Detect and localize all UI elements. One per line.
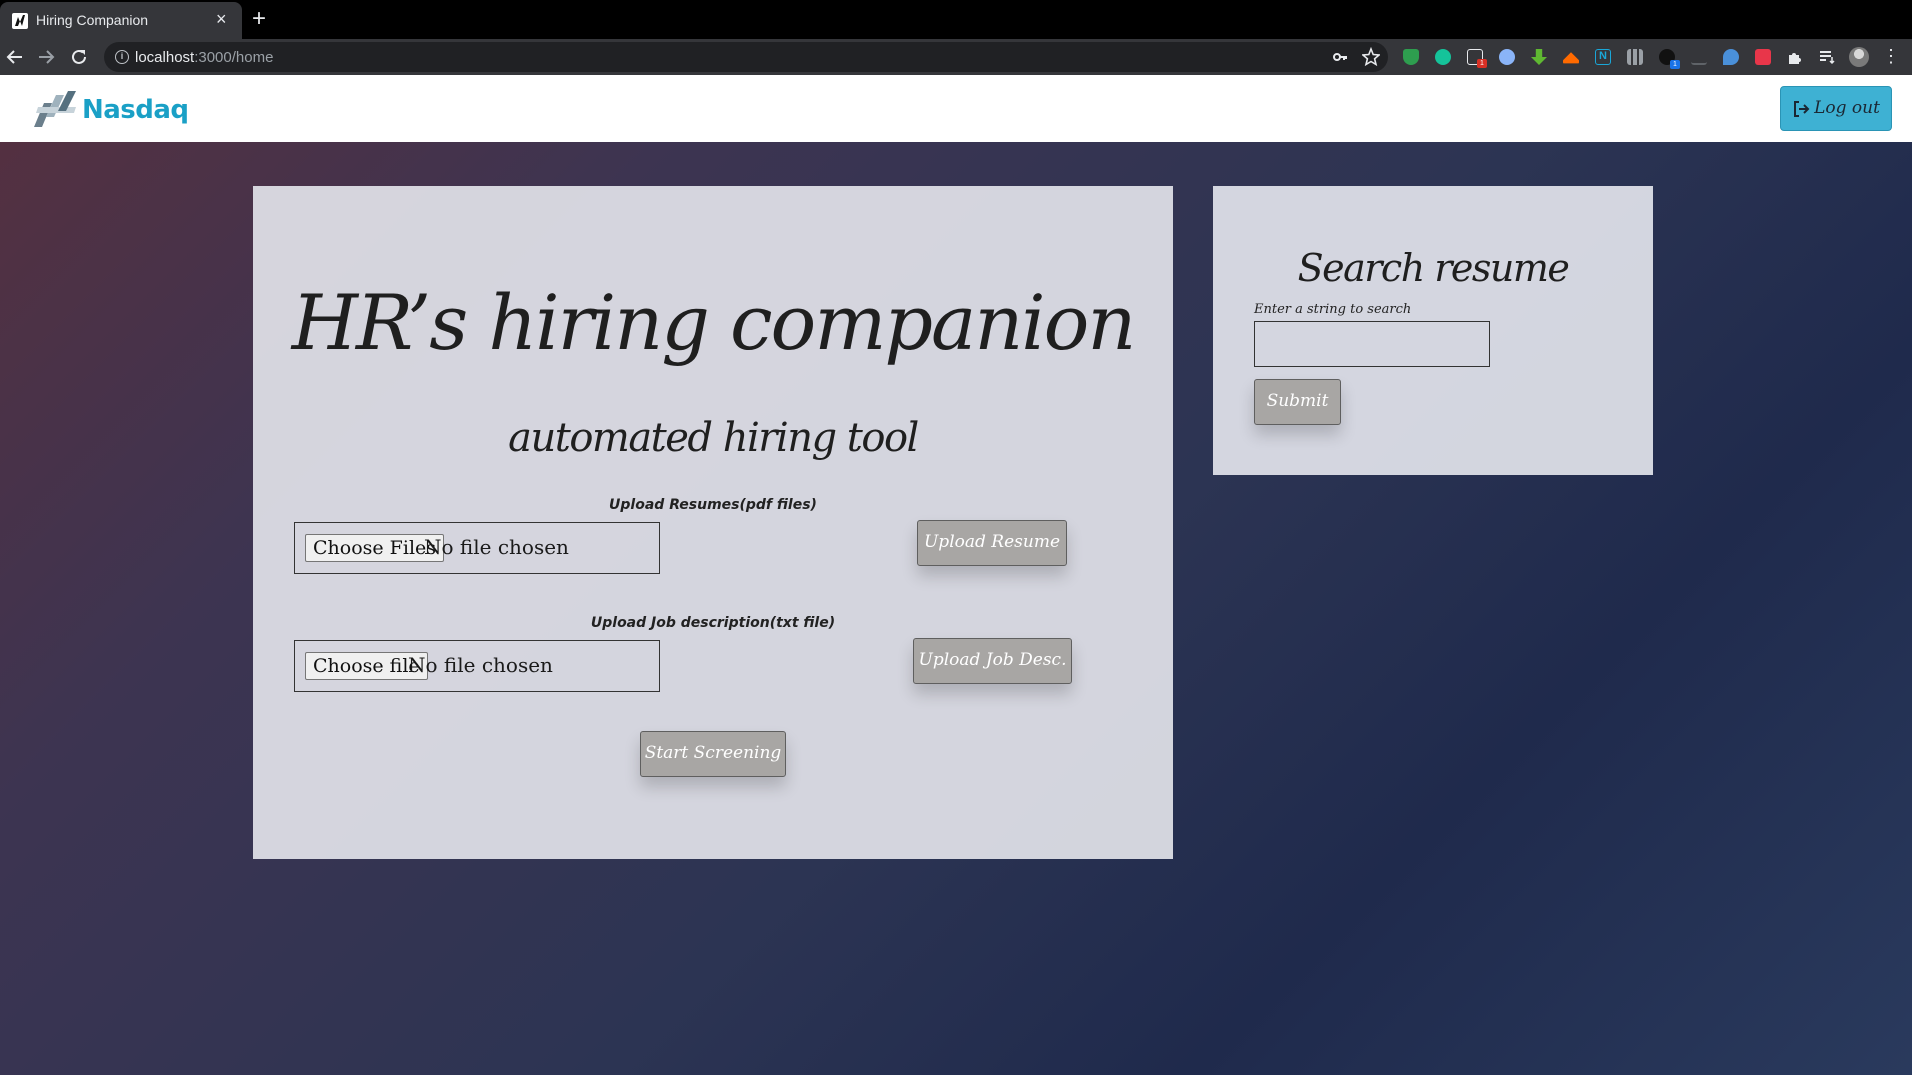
page-title: HR’s hiring companion xyxy=(291,278,1137,367)
nasdaq-favicon-icon xyxy=(12,13,28,29)
shield-extension-icon[interactable] xyxy=(1403,49,1419,65)
resume-file-status: No file chosen xyxy=(424,535,569,559)
logo-text: Nasdaq xyxy=(82,95,189,125)
forward-icon[interactable] xyxy=(33,44,59,70)
url-text: localhost:3000/home xyxy=(135,49,274,66)
orange-extension-icon[interactable] xyxy=(1563,52,1579,64)
upload-card: HR’s hiring companion automated hiring t… xyxy=(253,186,1173,859)
browser-tab-strip: Hiring Companion × + xyxy=(0,0,1912,39)
logout-label: Log out xyxy=(1814,98,1880,118)
page-background: Nasdaq Log out HR’s hiring companion aut… xyxy=(0,75,1912,1075)
address-bar[interactable]: i localhost:3000/home xyxy=(104,42,1388,72)
chart-extension-icon[interactable] xyxy=(1627,49,1643,65)
search-label: Enter a string to search xyxy=(1254,302,1412,317)
tab-title: Hiring Companion xyxy=(36,12,149,28)
red-extension-icon[interactable] xyxy=(1755,49,1771,65)
browser-tab[interactable]: Hiring Companion × xyxy=(0,2,242,39)
search-title: Search resume xyxy=(1297,246,1570,290)
dark-extension-icon[interactable]: 1 xyxy=(1659,49,1680,69)
screen-extension-icon[interactable]: 1 xyxy=(1467,49,1487,68)
logout-button[interactable]: Log out xyxy=(1780,86,1892,131)
job-desc-upload-label: Upload Job description(txt file) xyxy=(590,615,836,631)
start-screening-button[interactable]: Start Screening xyxy=(640,731,786,777)
profile-avatar[interactable] xyxy=(1849,47,1869,67)
bookmark-star-icon[interactable] xyxy=(1361,46,1381,73)
key-icon[interactable] xyxy=(1332,47,1348,73)
upload-job-desc-button[interactable]: Upload Job Desc. xyxy=(913,638,1072,684)
search-card: Search resume Enter a string to search S… xyxy=(1213,186,1653,475)
back-icon[interactable] xyxy=(2,44,28,70)
resume-upload-label: Upload Resumes(pdf files) xyxy=(609,497,817,513)
grammarly-extension-icon[interactable] xyxy=(1435,49,1451,65)
sign-out-icon xyxy=(1794,100,1810,117)
download-extension-icon[interactable] xyxy=(1531,49,1547,65)
submit-button[interactable]: Submit xyxy=(1254,379,1341,425)
reload-icon[interactable] xyxy=(66,44,92,70)
browser-toolbar: i localhost:3000/home 1 N 1 ⋮ xyxy=(0,39,1912,75)
blue-extension-icon[interactable] xyxy=(1723,49,1739,65)
search-input[interactable] xyxy=(1254,321,1490,367)
reading-list-icon[interactable] xyxy=(1819,49,1835,65)
upload-resume-button[interactable]: Upload Resume xyxy=(917,520,1067,566)
nasdaq-logo[interactable]: Nasdaq xyxy=(32,89,192,129)
close-tab-icon[interactable]: × xyxy=(216,10,227,28)
n-extension-icon[interactable]: N xyxy=(1595,49,1611,65)
page-subtitle: automated hiring tool xyxy=(508,415,919,461)
extensions-icon[interactable] xyxy=(1787,49,1803,65)
new-tab-icon[interactable]: + xyxy=(252,6,266,32)
job-desc-file-input[interactable]: Choose file No file chosen xyxy=(294,640,660,692)
mountain-extension-icon[interactable] xyxy=(1691,49,1707,65)
search-extension-icon[interactable] xyxy=(1499,49,1515,65)
menu-icon[interactable]: ⋮ xyxy=(1882,43,1900,69)
nasdaq-logo-icon xyxy=(34,91,76,127)
job-desc-file-status: No file chosen xyxy=(408,653,553,677)
info-icon[interactable]: i xyxy=(115,50,129,64)
resume-file-input[interactable]: Choose Files No file chosen xyxy=(294,522,660,574)
top-navbar: Nasdaq Log out xyxy=(0,75,1912,142)
